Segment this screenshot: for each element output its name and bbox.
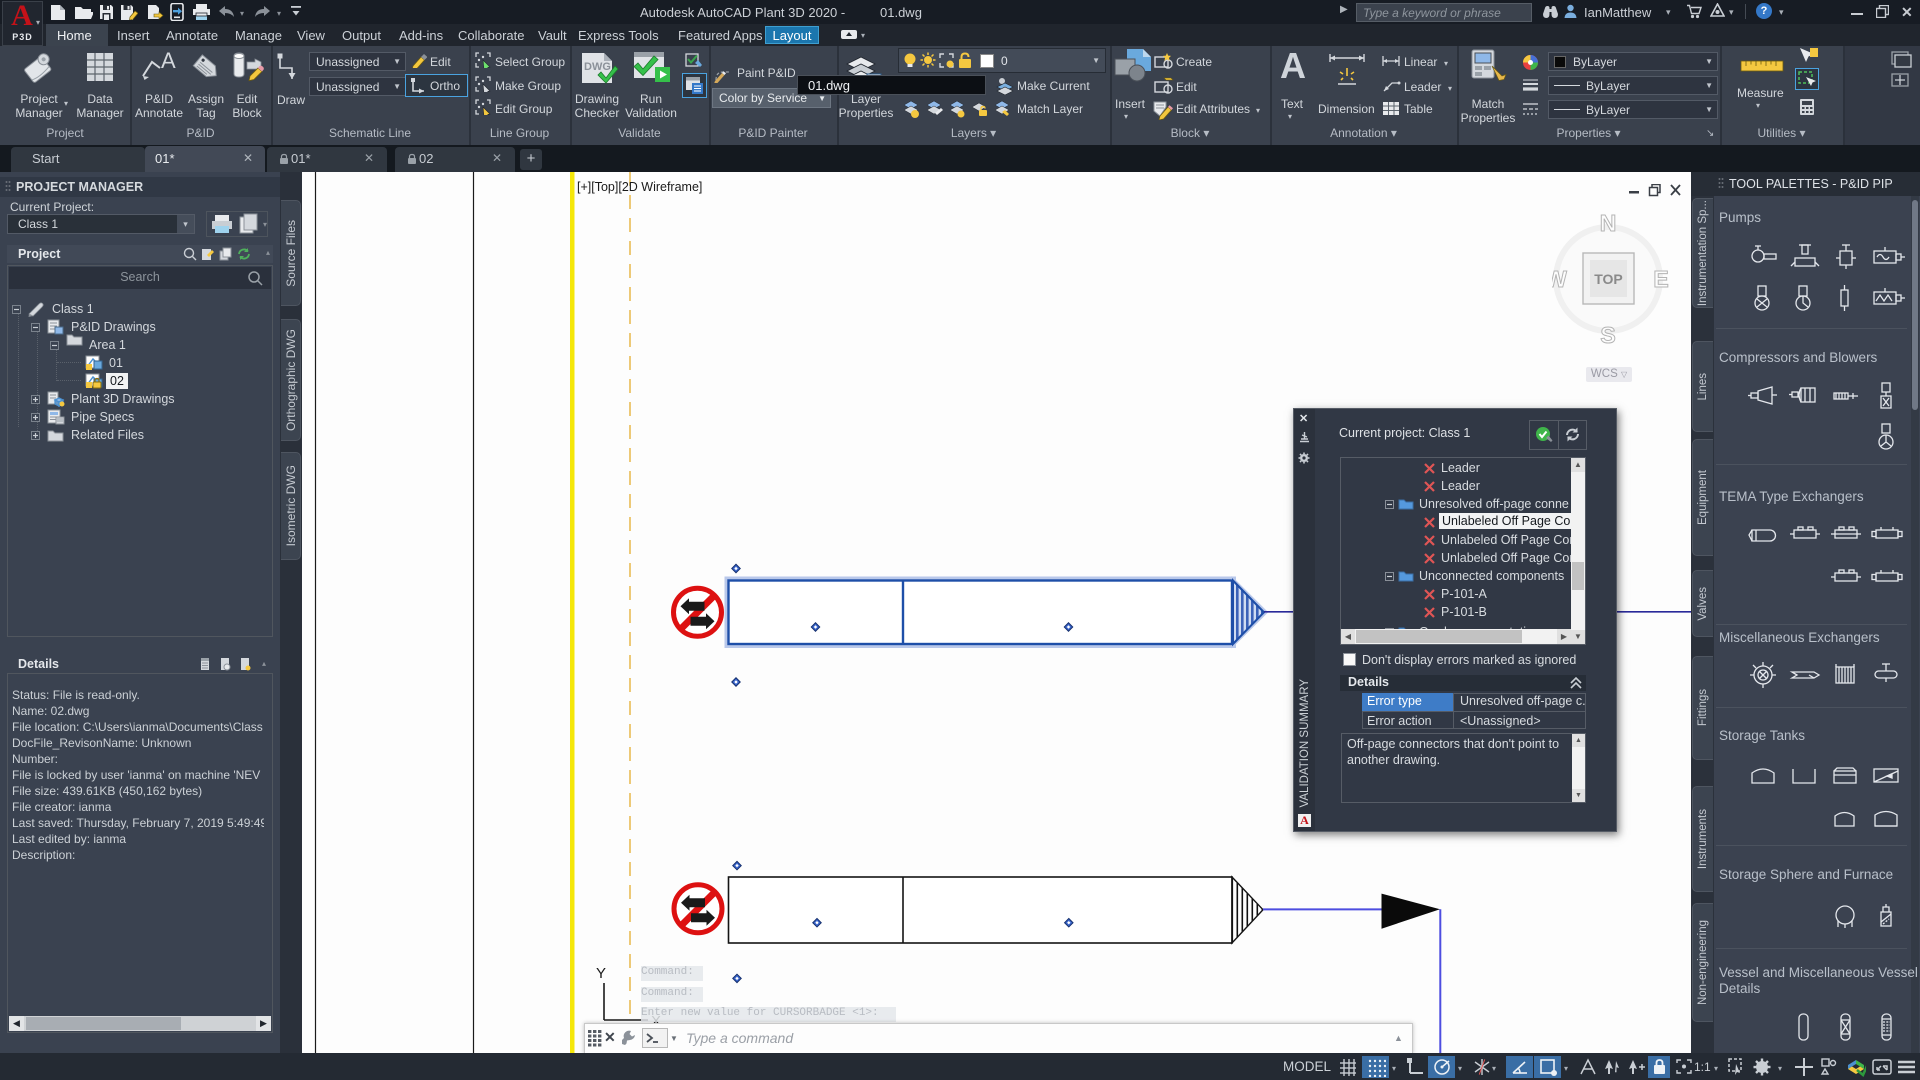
svg-text:E: E [1653, 266, 1668, 292]
svg-text:A: A [161, 50, 176, 73]
svg-text:DWG: DWG [584, 61, 611, 73]
svg-text:N: N [1600, 210, 1617, 236]
svg-text:S: S [1600, 322, 1615, 348]
svg-text:W: W [1552, 266, 1567, 292]
svg-text:TOP: TOP [1594, 271, 1623, 287]
svg-text:Y: Y [596, 965, 606, 982]
